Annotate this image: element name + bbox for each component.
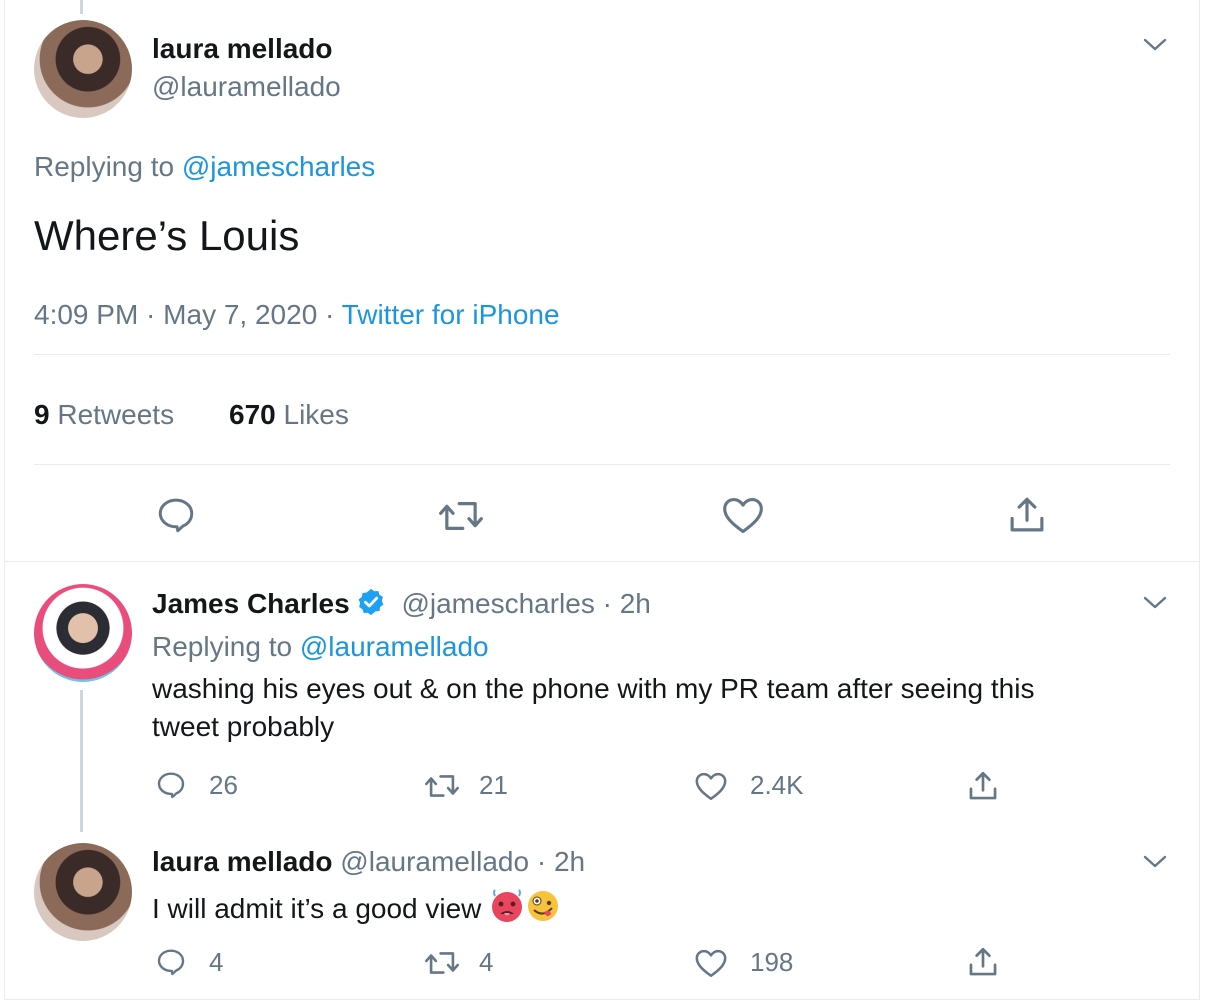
reply-icon[interactable] [155,494,197,536]
chevron-down-icon[interactable] [1142,851,1168,873]
avatar[interactable] [34,843,132,941]
replying-prefix: Replying to [34,151,182,182]
meta-separator: · [529,846,554,877]
reply-time[interactable]: 2h [554,846,585,877]
author-name[interactable]: laura mellado [152,33,333,65]
author-handle[interactable]: @lauramellado [152,71,341,103]
likes-label: Likes [275,399,349,430]
tweet-source[interactable]: Twitter for iPhone [342,299,560,330]
share-icon[interactable] [966,769,1000,803]
retweet-icon[interactable] [424,948,460,978]
reply-count: 4 [209,947,224,977]
divider [34,464,1170,465]
reply-icon[interactable] [155,946,187,978]
chevron-down-icon[interactable] [1142,34,1168,56]
avatar[interactable] [34,584,132,682]
reply-text-line: washing his eyes out & on the phone with… [152,673,1035,704]
retweet-icon[interactable] [438,496,484,536]
tweet-time[interactable]: 4:09 PM [34,299,138,330]
reply-text: I will admit it’s a good view [152,888,561,925]
chevron-down-icon[interactable] [1142,592,1168,614]
meta-separator: · [138,299,164,330]
author-handle[interactable]: @lauramellado [340,846,529,877]
likes-stat[interactable]: 670 Likes [229,399,349,431]
reply-text-line: tweet probably [152,711,335,742]
meta-separator: · [594,588,620,619]
divider [5,561,1200,562]
tweet-meta: 4:09 PM · May 7, 2020 · Twitter for iPho… [34,299,560,331]
tweet-date[interactable]: May 7, 2020 [163,299,317,330]
tweet-text: Where’s Louis [34,212,300,259]
like-count: 2.4K [750,770,804,800]
replying-to: Replying to @lauramellado [152,631,489,663]
share-icon[interactable] [966,945,1000,979]
heart-icon[interactable] [694,770,728,802]
reply-count: 26 [209,770,238,800]
share-icon[interactable] [1006,494,1048,536]
like-count: 198 [750,947,794,977]
meta-separator: · [317,299,342,330]
thread-connector [80,690,83,832]
reply-text-content: I will admit it’s a good view [152,893,482,924]
heart-icon[interactable] [694,947,728,979]
reply-header: James Charles @jamescharles · 2h [152,587,651,620]
replying-to-link[interactable]: @jamescharles [182,151,375,182]
heart-icon[interactable] [721,494,765,536]
retweet-count: 4 [479,947,494,977]
author-handle[interactable]: @jamescharles [401,588,594,619]
hot-face-emoji-icon [492,889,523,922]
thread-connector [80,0,83,14]
replying-to-link[interactable]: @lauramellado [300,631,489,662]
reply-icon[interactable] [155,769,187,801]
author-name[interactable]: laura mellado [152,846,333,877]
retweets-label: Retweets [49,399,175,430]
retweets-count: 9 [34,399,50,430]
reply-time[interactable]: 2h [620,588,651,619]
likes-count: 670 [229,399,276,430]
retweet-count: 21 [479,770,508,800]
divider [34,354,1170,355]
replying-to: Replying to @jamescharles [34,151,375,183]
retweet-icon[interactable] [424,771,460,801]
reply-header: laura mellado @lauramellado · 2h [152,846,585,878]
retweets-stat[interactable]: 9 Retweets [34,399,174,431]
zany-face-emoji-icon [528,891,559,921]
verified-badge-icon [358,588,384,616]
avatar[interactable] [34,20,132,118]
author-name[interactable]: James Charles [152,588,350,619]
replying-prefix: Replying to [152,631,300,662]
